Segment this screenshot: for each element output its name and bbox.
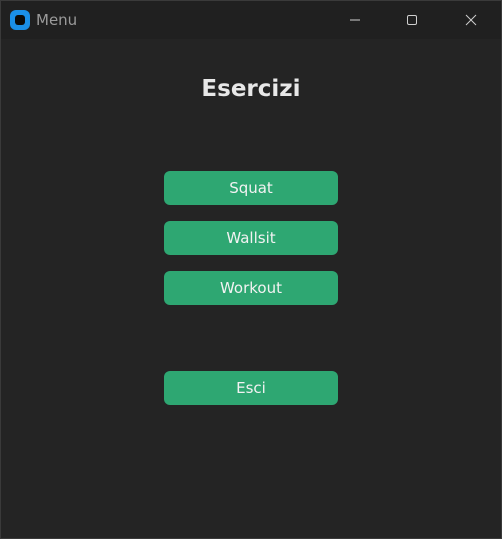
main-content: Esercizi Squat Wallsit Workout Esci [1, 39, 501, 538]
minimize-button[interactable] [332, 1, 378, 39]
window-title: Menu [36, 11, 78, 29]
workout-button[interactable]: Workout [164, 271, 338, 305]
minimize-icon [349, 14, 361, 26]
squat-button[interactable]: Squat [164, 171, 338, 205]
title-bar[interactable]: Menu [1, 1, 501, 39]
wallsit-button[interactable]: Wallsit [164, 221, 338, 255]
maximize-icon [406, 14, 418, 26]
maximize-button[interactable] [389, 1, 435, 39]
app-icon [10, 10, 30, 30]
close-icon [465, 14, 477, 26]
exit-button[interactable]: Esci [164, 371, 338, 405]
close-button[interactable] [448, 1, 494, 39]
page-title: Esercizi [201, 76, 301, 102]
app-window: Menu Esercizi Squat Wallsit Workout Esci [0, 0, 502, 539]
